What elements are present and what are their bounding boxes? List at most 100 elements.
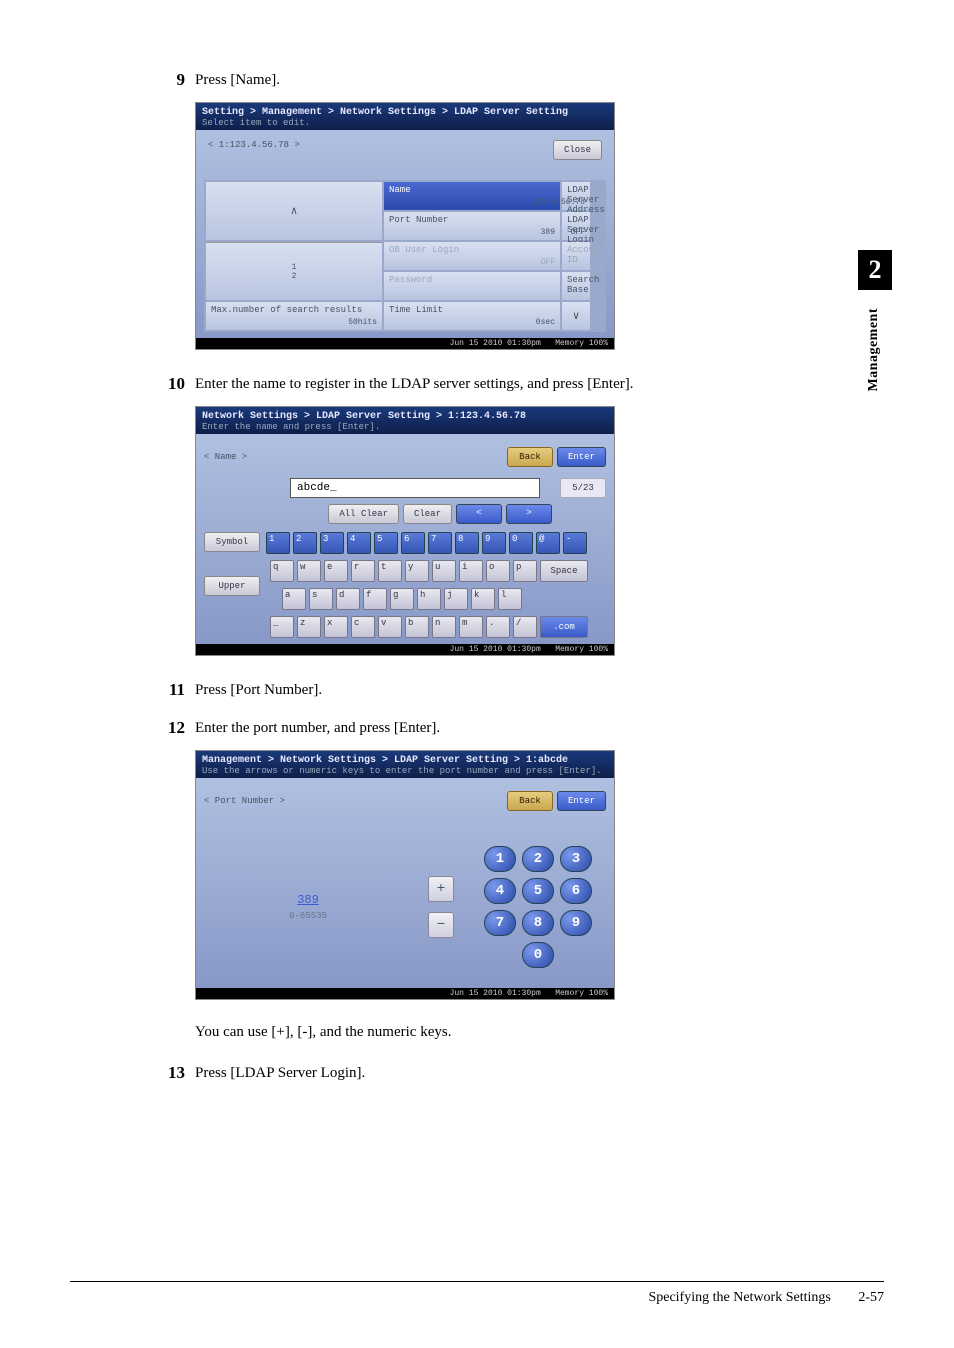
numkey-5[interactable]: 5 xyxy=(522,878,554,904)
page-tab-1[interactable]: 1 xyxy=(292,263,297,272)
enter-button[interactable]: Enter xyxy=(557,447,606,467)
key-5[interactable]: 5 xyxy=(374,532,398,554)
key-9[interactable]: 9 xyxy=(482,532,506,554)
field-label: < Port Number > xyxy=(204,796,285,806)
key-m[interactable]: m xyxy=(459,616,483,638)
screen-subtitle: Select item to edit. xyxy=(202,118,608,128)
upper-button[interactable]: Upper xyxy=(204,576,260,596)
plus-button[interactable]: + xyxy=(428,876,454,902)
key-0[interactable]: 0 xyxy=(509,532,533,554)
scroll-up-button[interactable]: ∧ xyxy=(206,182,382,240)
key-3[interactable]: 3 xyxy=(320,532,344,554)
ldap-address-cell[interactable]: LDAP Server Address123.4.56.78 xyxy=(562,182,590,210)
numkey-9[interactable]: 9 xyxy=(560,910,592,936)
max-results-cell[interactable]: Max.number of search results50hits xyxy=(206,302,382,330)
key-u[interactable]: u xyxy=(432,560,456,582)
key-n[interactable]: n xyxy=(432,616,456,638)
time-limit-cell[interactable]: Time Limit0sec xyxy=(384,302,560,330)
close-button[interactable]: Close xyxy=(553,140,602,160)
key-w[interactable]: w xyxy=(297,560,321,582)
cursor-right-button[interactable]: > xyxy=(506,504,552,524)
field-label: < Name > xyxy=(204,452,247,462)
cell-label: Name xyxy=(389,185,411,195)
key-_[interactable]: _ xyxy=(270,616,294,638)
port-number-cell[interactable]: Port Number389 xyxy=(384,212,560,240)
key-a[interactable]: a xyxy=(282,588,306,610)
numkey-8[interactable]: 8 xyxy=(522,910,554,936)
status-memory: Memory 100% xyxy=(555,989,608,998)
key-g[interactable]: g xyxy=(390,588,414,610)
ldap-login-cell[interactable]: LDAP Server LoginOFF xyxy=(562,212,590,240)
key-r[interactable]: r xyxy=(351,560,375,582)
key-1[interactable]: 1 xyxy=(266,532,290,554)
all-clear-button[interactable]: All Clear xyxy=(328,504,399,524)
cursor-left-button[interactable]: < xyxy=(456,504,502,524)
key-2[interactable]: 2 xyxy=(293,532,317,554)
numkey-7[interactable]: 7 xyxy=(484,910,516,936)
step-text: Press [LDAP Server Login]. xyxy=(195,1063,884,1082)
page-tabs[interactable]: 12 xyxy=(206,242,382,300)
key--[interactable]: - xyxy=(563,532,587,554)
key-x[interactable]: x xyxy=(324,616,348,638)
cell-label: Search Base xyxy=(567,275,599,295)
numkey-6[interactable]: 6 xyxy=(560,878,592,904)
key-y[interactable]: y xyxy=(405,560,429,582)
key-f[interactable]: f xyxy=(363,588,387,610)
enter-button[interactable]: Enter xyxy=(557,791,606,811)
key-/[interactable]: / xyxy=(513,616,537,638)
page-tab-2[interactable]: 2 xyxy=(292,272,297,281)
space-key[interactable]: Space xyxy=(540,560,588,582)
step-number: 11 xyxy=(155,680,185,700)
key-i[interactable]: i xyxy=(459,560,483,582)
key-4[interactable]: 4 xyxy=(347,532,371,554)
clear-button[interactable]: Clear xyxy=(403,504,452,524)
step-text: Enter the port number, and press [Enter]… xyxy=(195,718,884,737)
key-l[interactable]: l xyxy=(498,588,522,610)
key-s[interactable]: s xyxy=(309,588,333,610)
key-e[interactable]: e xyxy=(324,560,348,582)
item-label: < 1:123.4.56.78 > xyxy=(208,140,300,150)
numkey-4[interactable]: 4 xyxy=(484,878,516,904)
numkey-2[interactable]: 2 xyxy=(522,846,554,872)
numkey-3[interactable]: 3 xyxy=(560,846,592,872)
port-value: 389 xyxy=(218,893,398,907)
step-number: 10 xyxy=(155,374,185,394)
cell-label: Max.number of search results xyxy=(211,305,362,315)
cell-value: 123.4.56.78 xyxy=(532,198,585,207)
key-z[interactable]: z xyxy=(297,616,321,638)
search-base-cell[interactable]: Search Base xyxy=(562,272,590,300)
key-t[interactable]: t xyxy=(378,560,402,582)
char-counter: 5/23 xyxy=(560,478,606,498)
screen-subtitle: Enter the name and press [Enter]. xyxy=(202,422,608,432)
key-v[interactable]: v xyxy=(378,616,402,638)
key-b[interactable]: b xyxy=(405,616,429,638)
minus-button[interactable]: − xyxy=(428,912,454,938)
key-8[interactable]: 8 xyxy=(455,532,479,554)
dotcom-key[interactable]: .com xyxy=(540,616,588,638)
numkey-0[interactable]: 0 xyxy=(522,942,554,968)
symbol-button[interactable]: Symbol xyxy=(204,532,260,552)
key-j[interactable]: j xyxy=(444,588,468,610)
key-h[interactable]: h xyxy=(417,588,441,610)
key-q[interactable]: q xyxy=(270,560,294,582)
numkey-1[interactable]: 1 xyxy=(484,846,516,872)
key-.[interactable]: . xyxy=(486,616,510,638)
key-o[interactable]: o xyxy=(486,560,510,582)
key-@[interactable]: @ xyxy=(536,532,560,554)
back-button[interactable]: Back xyxy=(507,447,553,467)
ob-login-cell: OB User LoginOFF xyxy=(384,242,560,270)
scroll-down-button[interactable]: ∨ xyxy=(562,302,590,330)
step-number: 9 xyxy=(155,70,185,90)
key-c[interactable]: c xyxy=(351,616,375,638)
key-p[interactable]: p xyxy=(513,560,537,582)
key-k[interactable]: k xyxy=(471,588,495,610)
key-6[interactable]: 6 xyxy=(401,532,425,554)
status-memory: Memory 100% xyxy=(555,645,608,654)
keyboard-row-2: qwertyuiopSpace xyxy=(270,560,606,582)
back-button[interactable]: Back xyxy=(507,791,553,811)
key-7[interactable]: 7 xyxy=(428,532,452,554)
name-entry-screen: Network Settings > LDAP Server Setting >… xyxy=(195,406,615,656)
key-d[interactable]: d xyxy=(336,588,360,610)
cell-value: OFF xyxy=(541,258,555,267)
name-input[interactable]: abcde_ xyxy=(290,478,540,498)
